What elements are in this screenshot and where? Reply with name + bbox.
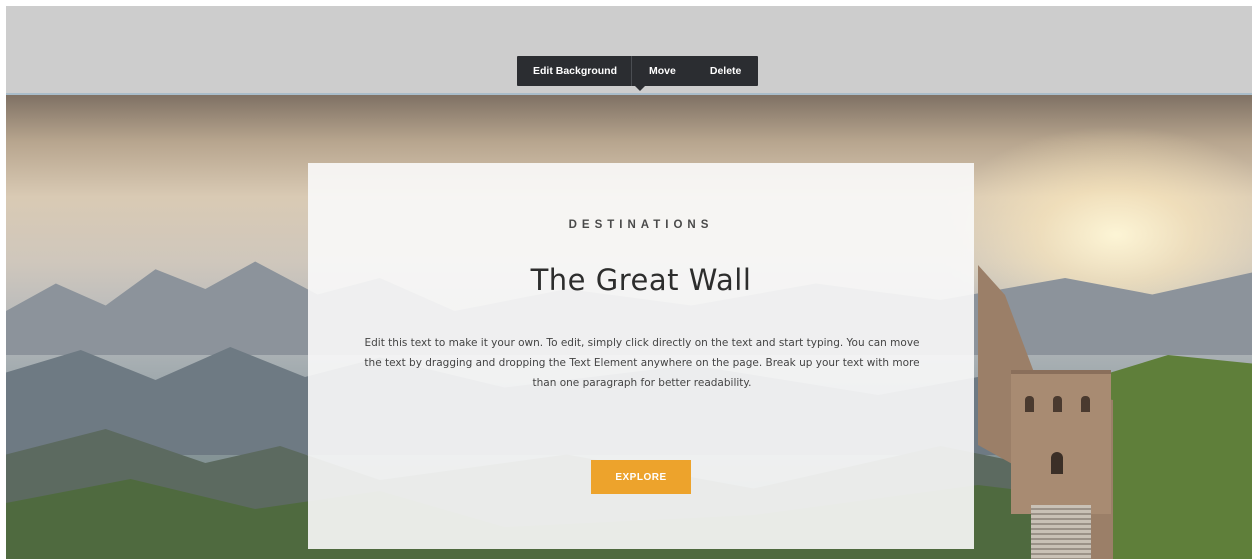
section-kicker[interactable]: DESTINATIONS: [308, 219, 974, 231]
delete-button[interactable]: Delete: [693, 56, 759, 86]
tower-window: [1025, 396, 1034, 412]
toolbar-pointer: [635, 86, 645, 91]
tower-window: [1081, 396, 1090, 412]
hero-section-background[interactable]: DESTINATIONS The Great Wall Edit this te…: [6, 95, 1252, 559]
green-hillside: [1096, 355, 1252, 559]
section-title[interactable]: The Great Wall: [308, 263, 974, 297]
edit-background-button[interactable]: Edit Background: [517, 56, 631, 86]
section-body-text[interactable]: Edit this text to make it your own. To e…: [364, 333, 920, 393]
editor-canvas: DESTINATIONS The Great Wall Edit this te…: [6, 6, 1252, 559]
wall-steps: [1031, 505, 1091, 559]
text-card[interactable]: DESTINATIONS The Great Wall Edit this te…: [308, 163, 974, 549]
watchtower: [1011, 370, 1111, 514]
explore-button[interactable]: EXPLORE: [591, 460, 691, 494]
section-toolbar: Edit Background Move Delete: [517, 56, 759, 91]
move-button[interactable]: Move: [632, 56, 693, 86]
tower-window: [1053, 396, 1062, 412]
tower-door: [1051, 452, 1063, 474]
